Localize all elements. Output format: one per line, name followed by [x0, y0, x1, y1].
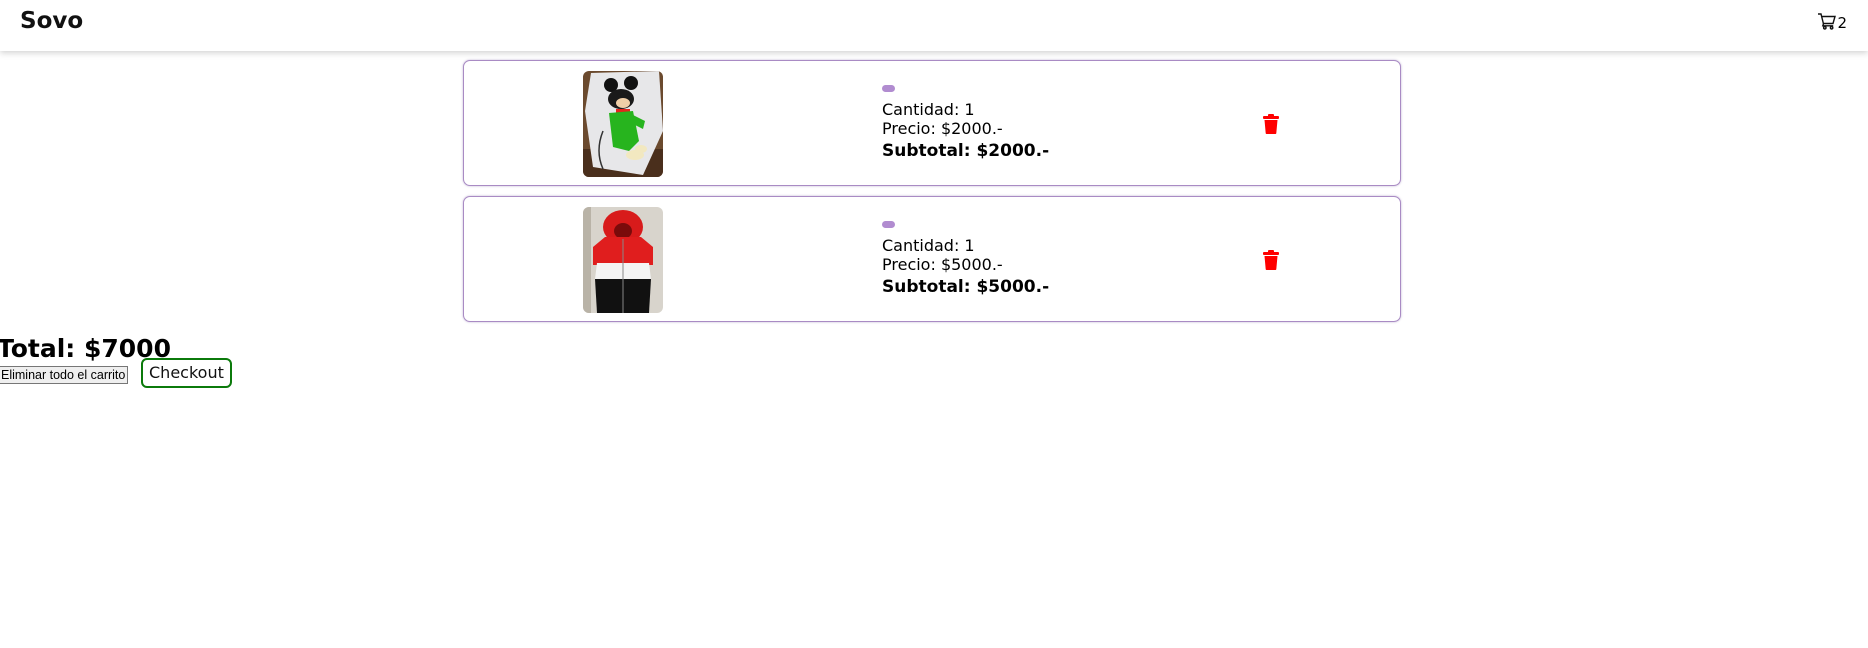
product-image-mickey-tee — [583, 71, 663, 177]
item-details: Cantidad: 1 Precio: $5000.- Subtotal: $5… — [882, 236, 1049, 297]
item-tag-pill — [882, 85, 895, 92]
trash-icon[interactable] — [1263, 250, 1279, 271]
item-subtotal: Subtotal: $2000.- — [882, 141, 1050, 161]
item-price: Precio: $2000.- — [882, 119, 1003, 138]
item-details: Cantidad: 1 Precio: $2000.- Subtotal: $2… — [882, 100, 1049, 161]
cart-item-card: Cantidad: 1 Precio: $5000.- Subtotal: $5… — [463, 196, 1401, 322]
trash-icon[interactable] — [1263, 114, 1279, 135]
cart-icon — [1817, 12, 1837, 34]
item-price: Precio: $5000.- — [882, 255, 1003, 274]
brand-logo-link[interactable]: Sovo — [20, 8, 83, 34]
item-quantity: Cantidad: 1 — [882, 100, 975, 119]
item-subtotal: Subtotal: $5000.- — [882, 277, 1050, 297]
cart-count: 2 — [1837, 14, 1847, 32]
navbar: Sovo 2 — [0, 0, 1868, 51]
item-quantity: Cantidad: 1 — [882, 236, 975, 255]
cart-item-card: Cantidad: 1 Precio: $2000.- Subtotal: $2… — [463, 60, 1401, 186]
clear-cart-button[interactable]: Eliminar todo el carrito — [0, 366, 129, 384]
item-tag-pill — [882, 221, 895, 228]
cart-widget[interactable]: 2 — [1817, 12, 1847, 34]
product-image-hoodie — [583, 207, 663, 313]
checkout-button[interactable]: Checkout — [141, 358, 232, 388]
